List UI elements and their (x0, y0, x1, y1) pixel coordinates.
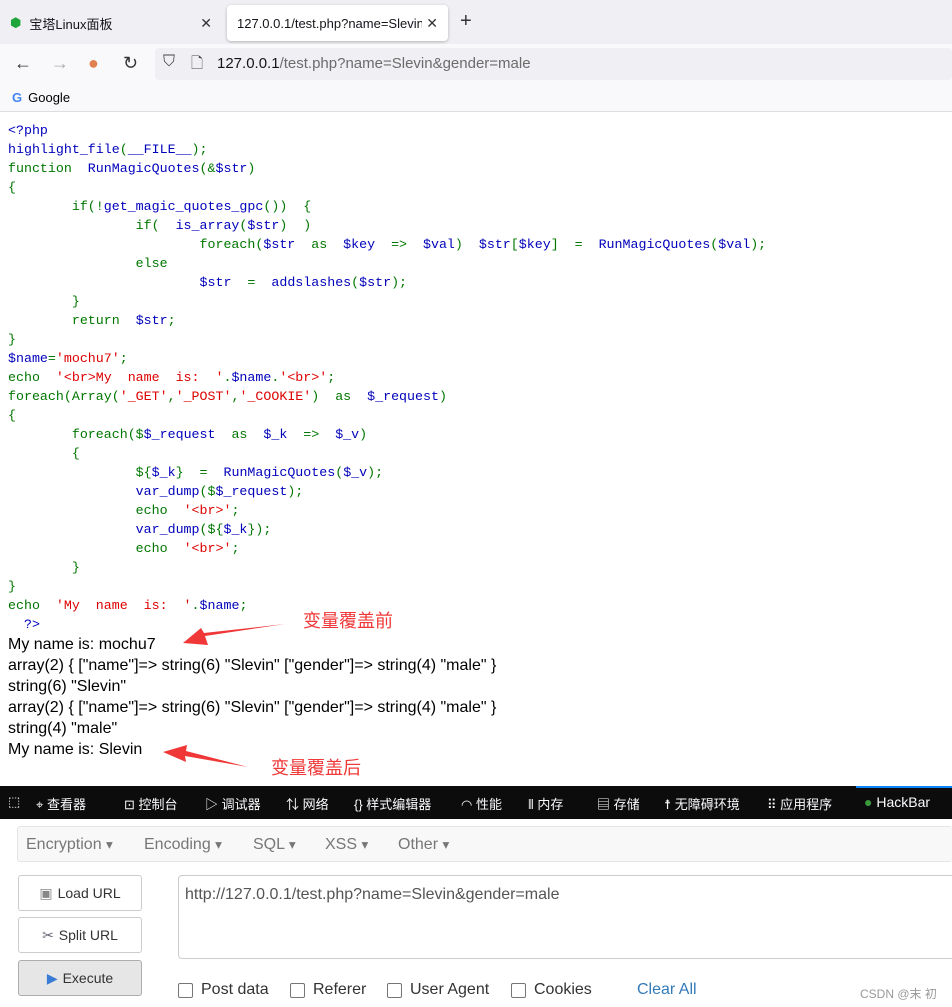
checkbox-label: Cookies (534, 981, 592, 998)
accessibility-icon: ☨ (664, 797, 675, 812)
watermark: CSDN @末 初 (860, 987, 937, 1001)
arrow-before (183, 624, 285, 645)
button-label: Load URL (57, 885, 121, 901)
devtools-tab-label: 调试器 (221, 797, 261, 812)
checkbox-box[interactable] (290, 982, 305, 998)
annotation-arrows (163, 624, 285, 767)
menu-label: Other (398, 836, 439, 853)
hackbar-icon: ● (864, 794, 877, 810)
performance-icon: ◠ (461, 797, 476, 812)
devtools-tab-0[interactable]: ⌖ 查看器 (36, 794, 86, 813)
memory-icon: ⦀ (528, 797, 538, 812)
checkbox-label: Referer (313, 981, 367, 998)
devtools-tab-10[interactable]: ● HackBar (864, 794, 930, 810)
menu-sql[interactable]: SQL ▾ (253, 836, 296, 854)
checkbox-label: Post data (201, 981, 269, 998)
network-icon: ⇅ (286, 797, 303, 812)
checkbox-label: User Agent (410, 981, 490, 998)
caret-down-icon: ▾ (442, 837, 450, 852)
active-tab-indicator (856, 786, 952, 788)
checkbox-box[interactable] (511, 982, 526, 998)
devtools-tab-4[interactable]: {} 样式编辑器 (354, 794, 431, 813)
menu-xss[interactable]: XSS ▾ (325, 836, 368, 854)
caret-down-icon: ▾ (361, 837, 369, 852)
hackbar-menu: Encryption ▾ Encoding ▾ SQL ▾ XSS ▾ Othe… (17, 826, 952, 862)
menu-encoding[interactable]: Encoding ▾ (144, 836, 222, 854)
arrow-after (163, 745, 248, 767)
devtools-tab-6[interactable]: ⦀ 内存 (528, 794, 563, 813)
menu-encryption[interactable]: Encryption ▾ (26, 836, 113, 854)
checkbox-box[interactable] (178, 982, 193, 998)
devtools-tab-label: 存储 (613, 797, 640, 812)
devtools-tab-5[interactable]: ◠ 性能 (461, 794, 502, 813)
cookies-checkbox[interactable]: Cookies (511, 981, 592, 999)
devtools-tab-8[interactable]: ☨ 无障碍环境 (664, 794, 740, 813)
user-agent-checkbox[interactable]: User Agent (387, 981, 489, 999)
url-textarea[interactable]: http://127.0.0.1/test.php?name=Slevin&ge… (178, 875, 952, 959)
devtools-tab-1[interactable]: ⊡ 控制台 (124, 794, 178, 813)
devtools-tab-label: HackBar (876, 794, 931, 810)
debugger-icon: ▷ (205, 797, 222, 812)
menu-label: XSS (325, 836, 358, 853)
devtools-tab-label: 网络 (302, 797, 329, 812)
post-data-checkbox[interactable]: Post data (178, 981, 269, 999)
devtools-tab-9[interactable]: ⠿ 应用程序 (767, 794, 832, 813)
storage-icon: ▤ (597, 797, 614, 812)
execute-button[interactable]: ▶ Execute (18, 960, 142, 996)
button-label: Execute (62, 970, 114, 986)
devtools-tab-label: 应用程序 (780, 797, 833, 812)
devtools-tab-7[interactable]: ▤ 存储 (597, 794, 640, 813)
caret-down-icon: ▾ (288, 837, 296, 852)
button-label: Split URL (58, 927, 118, 943)
inspector-icon: ⌖ (36, 797, 47, 812)
play-icon: ▶ (46, 969, 58, 986)
caret-down-icon: ▾ (215, 837, 222, 852)
hackbar-panel: Encryption ▾ Encoding ▾ SQL ▾ XSS ▾ Othe… (0, 819, 952, 1007)
menu-label: SQL (253, 836, 285, 853)
devtools-tab-label: 内存 (537, 797, 564, 812)
devtools-tab-label: 无障碍环境 (674, 797, 740, 812)
scissors-icon: ✂ (42, 926, 54, 943)
load-url-button[interactable]: ▣ Load URL (18, 875, 142, 911)
checkbox-box[interactable] (387, 982, 402, 998)
load-icon: ▣ (39, 884, 53, 901)
style-editor-icon: {} (354, 797, 367, 812)
console-icon: ⊡ (124, 797, 139, 812)
devtools-tab-label: 查看器 (46, 797, 86, 812)
annotation-after: 变量覆盖后 (271, 758, 361, 778)
devtools-tab-label: 控制台 (138, 797, 178, 812)
clear-all-link[interactable]: Clear All (637, 981, 697, 999)
pick-element-icon[interactable]: ⬚ (8, 794, 20, 810)
menu-label: Encryption (26, 836, 102, 853)
split-url-button[interactable]: ✂ Split URL (18, 917, 142, 953)
referer-checkbox[interactable]: Referer (290, 981, 366, 999)
devtools-tab-2[interactable]: ▷ 调试器 (205, 794, 261, 813)
application-icon: ⠿ (767, 797, 781, 812)
devtools-tab-label: 样式编辑器 (366, 797, 432, 812)
devtools-toolbar: ⬚ ⌖ 查看器 ⊡ 控制台 ▷ 调试器 ⇅ 网络 {} 样式编辑器 ◠ 性能 ⦀ 内存 ▤ 存… (0, 786, 952, 819)
devtools-tab-3[interactable]: ⇅ 网络 (286, 794, 329, 813)
annotation-before: 变量覆盖前 (303, 611, 393, 631)
devtools-tab-label: 性能 (475, 797, 502, 812)
caret-down-icon: ▾ (106, 837, 113, 852)
menu-other[interactable]: Other ▾ (398, 836, 449, 854)
menu-label: Encoding (144, 836, 211, 853)
